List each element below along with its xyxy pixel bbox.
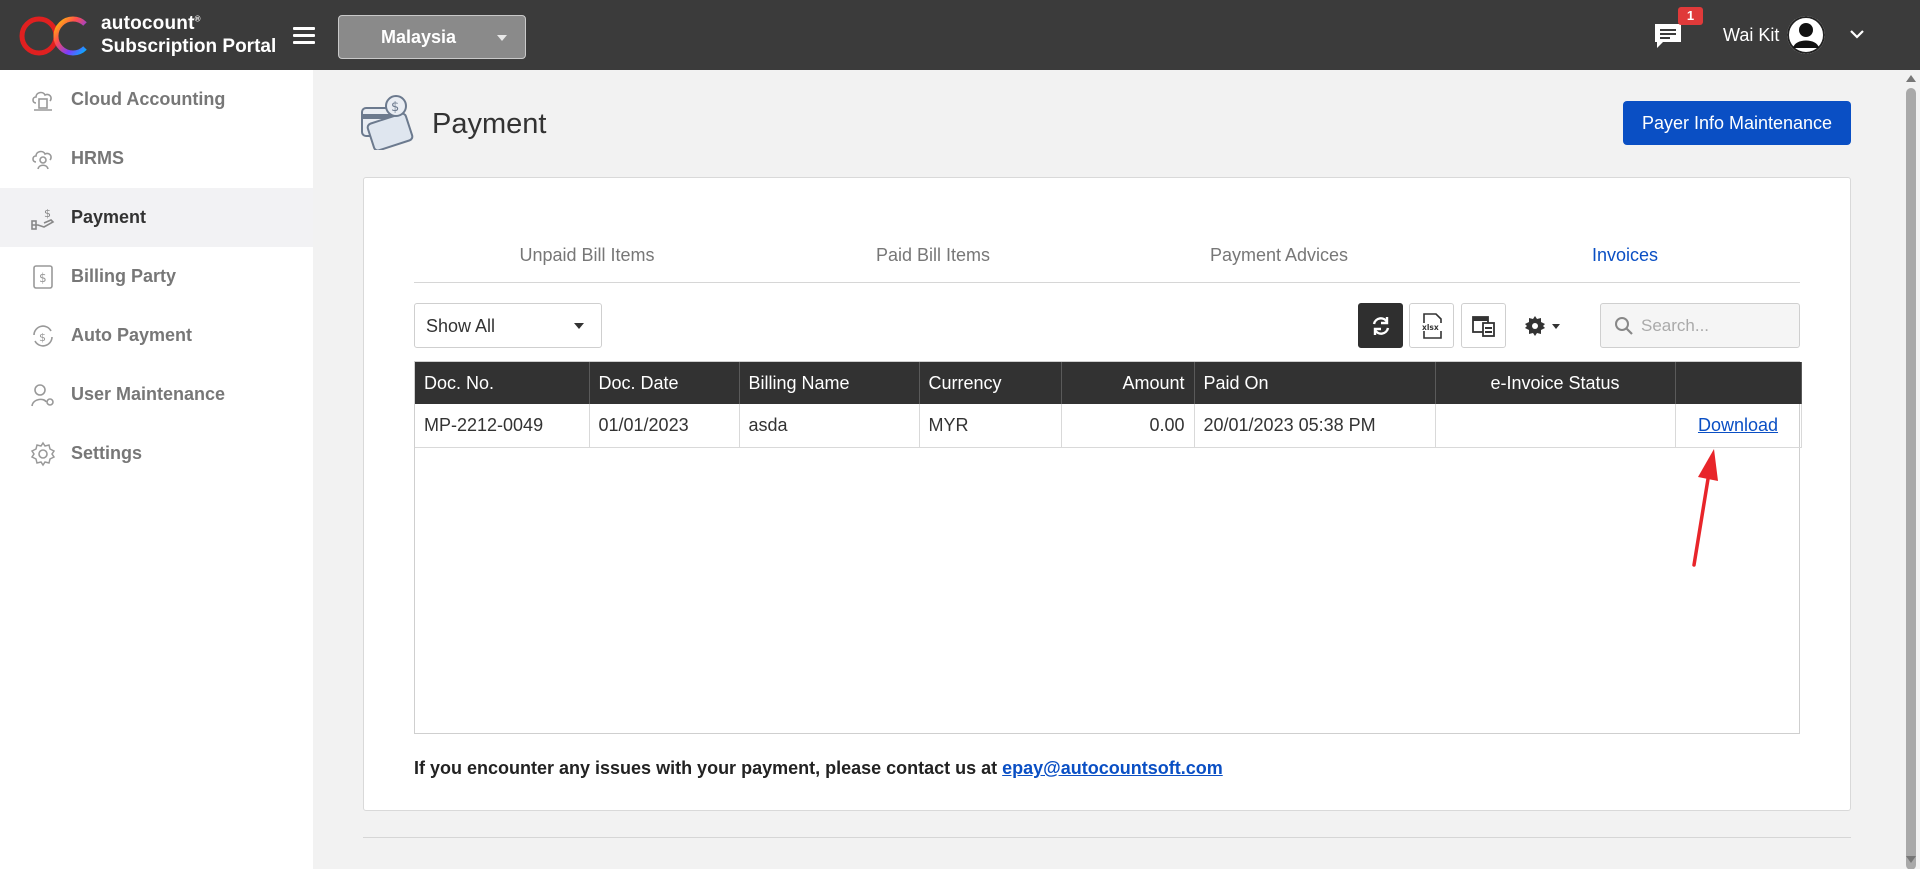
svg-text:$: $ <box>44 207 51 220</box>
country-select[interactable]: Malaysia <box>338 15 526 59</box>
column-chooser-button[interactable] <box>1461 303 1506 348</box>
cloud-accounting-icon <box>32 91 52 111</box>
page-scrollbar[interactable] <box>1902 70 1920 869</box>
autocount-logo <box>19 16 87 56</box>
top-bar: autocount® Subscription Portal Malaysia … <box>0 0 1920 70</box>
tab-unpaid-bill-items[interactable]: Unpaid Bill Items <box>414 233 760 283</box>
xlsx-file-icon: xlsx <box>1420 312 1443 339</box>
sidebar-item-user-maintenance[interactable]: User Maintenance <box>0 365 313 424</box>
sidebar-item-auto-payment[interactable]: $ Auto Payment <box>0 306 313 365</box>
payer-info-maintenance-button[interactable]: Payer Info Maintenance <box>1623 101 1851 145</box>
table-header-row: Doc. No. Doc. Date Billing Name Currency… <box>415 362 1802 404</box>
cell-billing-name: asda <box>739 404 920 448</box>
cell-amount: 0.00 <box>1061 404 1195 448</box>
page-title: Payment <box>432 108 547 140</box>
sidebar-item-label: Auto Payment <box>71 325 193 345</box>
sidebar: Cloud Accounting HRMS $ Payment $ Billin… <box>0 70 313 869</box>
column-header-paid-on[interactable]: Paid On <box>1194 362 1436 404</box>
search-box <box>1600 303 1800 348</box>
cell-paid-on: 20/01/2023 05:38 PM <box>1194 404 1436 448</box>
menu-toggle-icon[interactable] <box>293 27 315 45</box>
brand-registered-mark: ® <box>194 14 201 24</box>
cell-doc-date: 01/01/2023 <box>589 404 740 448</box>
chevron-down-icon[interactable] <box>1849 28 1865 40</box>
country-select-value: Malaysia <box>381 26 457 47</box>
gear-icon <box>1525 315 1560 336</box>
column-chooser-icon <box>1471 315 1495 337</box>
sidebar-item-settings[interactable]: Settings <box>0 424 313 483</box>
scroll-down-icon[interactable] <box>1906 856 1916 863</box>
svg-text:$: $ <box>39 271 47 285</box>
brand-name: autocount <box>101 13 195 34</box>
tab-bar: Unpaid Bill Items Paid Bill Items Paymen… <box>414 233 1800 283</box>
tab-invoices[interactable]: Invoices <box>1452 233 1798 283</box>
column-header-doc-no[interactable]: Doc. No. <box>415 362 590 404</box>
search-input[interactable] <box>1641 304 1793 347</box>
payment-help-text: If you encounter any issues with your pa… <box>414 758 1003 778</box>
column-header-currency[interactable]: Currency <box>919 362 1062 404</box>
auto-payment-icon: $ <box>33 325 53 347</box>
sidebar-item-payment[interactable]: $ Payment <box>0 188 313 247</box>
column-header-amount[interactable]: Amount <box>1061 362 1195 404</box>
svg-text:$: $ <box>391 100 399 115</box>
brand: autocount® Subscription Portal <box>101 14 276 56</box>
scrollbar-thumb[interactable] <box>1906 88 1916 869</box>
sidebar-item-label: Settings <box>71 443 143 463</box>
avatar[interactable] <box>1787 16 1825 54</box>
tab-payment-advices[interactable]: Payment Advices <box>1106 233 1452 283</box>
sidebar-item-hrms[interactable]: HRMS <box>0 129 313 188</box>
sidebar-item-cloud-accounting[interactable]: Cloud Accounting <box>0 70 313 129</box>
cell-currency: MYR <box>919 404 1062 448</box>
sidebar-item-billing-party[interactable]: $ Billing Party <box>0 247 313 306</box>
filter-select-value: Show All <box>426 316 496 336</box>
invoices-table: Doc. No. Doc. Date Billing Name Currency… <box>414 361 1802 734</box>
tab-paid-bill-items[interactable]: Paid Bill Items <box>760 233 1106 283</box>
caret-down-icon <box>574 323 584 329</box>
message-icon[interactable] <box>1653 22 1683 50</box>
username[interactable]: Wai Kit <box>1723 25 1779 46</box>
refresh-icon <box>1372 316 1389 335</box>
settings-icon <box>30 441 56 467</box>
column-header-billing-name[interactable]: Billing Name <box>739 362 920 404</box>
sidebar-item-label: Billing Party <box>71 266 177 286</box>
support-email-link[interactable]: epay@autocountsoft.com <box>1002 758 1223 778</box>
brand-subtitle: Subscription Portal <box>101 36 277 57</box>
refresh-button[interactable] <box>1358 303 1403 348</box>
caret-down-icon <box>497 35 507 41</box>
cell-einvoice-status <box>1435 404 1676 448</box>
scroll-up-icon[interactable] <box>1906 75 1916 82</box>
table-row[interactable]: MP-2212-0049 01/01/2023 asda MYR 0.00 20… <box>415 404 1802 448</box>
hrms-icon <box>32 150 52 170</box>
svg-text:xlsx: xlsx <box>1422 323 1439 332</box>
footer-divider <box>363 837 1851 838</box>
settings-menu-button[interactable] <box>1517 303 1571 348</box>
filter-select[interactable]: Show All <box>414 303 602 348</box>
search-icon <box>1615 317 1633 335</box>
sidebar-item-label: Payment <box>71 207 147 227</box>
download-link[interactable]: Download <box>1698 415 1778 435</box>
notification-badge: 1 <box>1678 7 1703 25</box>
column-header-einvoice-status[interactable]: e-Invoice Status <box>1435 362 1676 404</box>
payment-card: Unpaid Bill Items Paid Bill Items Paymen… <box>363 177 1851 811</box>
annotation-arrow <box>1692 449 1718 567</box>
user-maintenance-icon <box>31 384 54 407</box>
payment-help-note: If you encounter any issues with your pa… <box>414 758 1223 779</box>
billing-party-icon: $ <box>33 265 53 289</box>
payment-page-icon: $ <box>361 95 414 150</box>
export-xlsx-button[interactable]: xlsx <box>1409 303 1454 348</box>
user-avatar-icon <box>1787 16 1825 54</box>
cell-action: Download <box>1675 404 1802 448</box>
svg-text:$: $ <box>39 331 46 344</box>
cell-doc-no: MP-2212-0049 <box>415 404 590 448</box>
sidebar-item-label: HRMS <box>71 148 124 168</box>
sidebar-item-label: Cloud Accounting <box>71 89 226 109</box>
column-header-doc-date[interactable]: Doc. Date <box>589 362 740 404</box>
payment-icon: $ <box>31 207 55 230</box>
sidebar-item-label: User Maintenance <box>71 384 226 404</box>
column-header-action <box>1675 362 1802 404</box>
